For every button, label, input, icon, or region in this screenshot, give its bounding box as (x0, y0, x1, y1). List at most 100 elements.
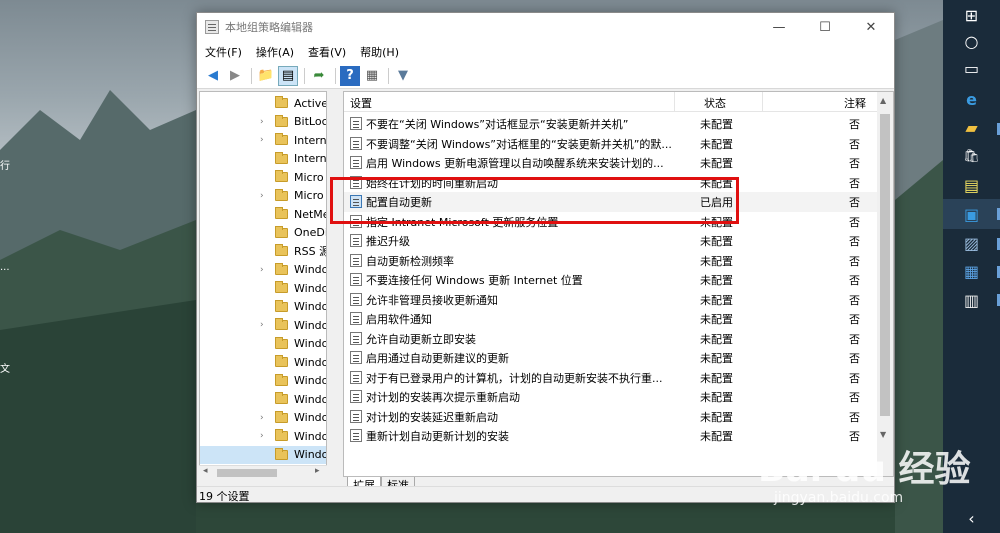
tree-item-label: Micro (294, 170, 324, 184)
tree-item[interactable]: Windo (200, 390, 326, 408)
setting-note: 否 (849, 254, 860, 268)
tree-item[interactable]: › Intern (200, 131, 326, 149)
cortana-icon[interactable]: ○ (943, 26, 1000, 56)
list-item[interactable]: 推迟升级 未配置 否 (344, 231, 877, 251)
tree-item[interactable]: › BitLoc (200, 113, 326, 131)
setting-name: 不要连接任何 Windows 更新 Internet 位置 (366, 274, 583, 287)
photos-icon[interactable]: ▨ (943, 228, 1000, 258)
list-item[interactable]: 启用 Windows 更新电源管理以自动唤醒系统来安装计划的... 未配置 否 (344, 153, 877, 173)
folder-icon (275, 299, 288, 312)
forward-icon[interactable]: ▶ (225, 66, 245, 86)
expand-icon[interactable]: › (260, 413, 270, 423)
baidu-watermark-url: jingyan.baidu.com (774, 490, 904, 506)
menu-action[interactable]: 操作(A) (250, 44, 300, 60)
minimize-button[interactable]: — (756, 13, 802, 41)
tree-item[interactable]: › Windo (200, 409, 326, 427)
setting-note: 否 (849, 391, 860, 404)
list-item[interactable]: 自动更新检测频率 未配置 否 (344, 251, 877, 271)
status-text: 19 个设置 (199, 490, 250, 503)
show-hide-tree-icon[interactable]: ▤ (278, 65, 298, 86)
expand-icon[interactable]: › (260, 191, 270, 201)
expand-icon[interactable]: › (260, 265, 270, 275)
maximize-button[interactable]: ☐ (802, 13, 848, 41)
list-item[interactable]: 对计划的安装再次提示重新启动 未配置 否 (344, 387, 877, 407)
notepad-icon[interactable]: ▥ (943, 285, 1000, 315)
menu-view[interactable]: 查看(V) (302, 44, 352, 60)
window-title: 本地组策略编辑器 (225, 21, 313, 34)
desktop-label: ... (0, 262, 10, 273)
expand-icon[interactable]: › (260, 431, 270, 441)
filter-icon[interactable]: ▼ (393, 66, 413, 86)
list-item[interactable]: 对计划的安装延迟重新启动 未配置 否 (344, 407, 877, 427)
back-icon[interactable]: ◀ (203, 66, 223, 86)
expand-icon[interactable]: › (260, 135, 270, 145)
setting-name: 自动更新检测频率 (366, 254, 454, 268)
policy-setting-icon (350, 136, 362, 150)
list-item[interactable]: 允许自动更新立即安装 未配置 否 (344, 329, 877, 349)
tree-item[interactable]: Windo (200, 372, 326, 390)
list-vertical-scrollbar[interactable]: ▲ ▼ (877, 92, 893, 476)
setting-state: 未配置 (700, 332, 733, 346)
scroll-down-icon[interactable]: ▼ (880, 430, 886, 439)
setting-note: 否 (849, 371, 860, 385)
tree-item[interactable]: › Windo (200, 261, 326, 279)
app-icon (205, 20, 219, 34)
tree-item[interactable]: › Windo (200, 316, 326, 334)
menu-help[interactable]: 帮助(H) (354, 44, 405, 60)
tree-item[interactable]: Active (200, 94, 326, 112)
setting-note: 否 (849, 176, 860, 190)
list-item[interactable]: 允许非管理员接收更新通知 未配置 否 (344, 290, 877, 310)
properties-icon[interactable]: ▦ (362, 66, 382, 86)
list-item[interactable]: 不要连接任何 Windows 更新 Internet 位置 未配置 否 (344, 270, 877, 290)
list-item[interactable]: 对于有已登录用户的计算机，计划的自动更新安装不执行重... 未配置 否 (344, 368, 877, 388)
tree-item[interactable]: › Windo (200, 427, 326, 445)
policy-setting-icon (350, 253, 362, 267)
tree-item[interactable]: Micro (200, 168, 326, 186)
column-header-note[interactable]: 注释 (844, 95, 866, 111)
column-divider[interactable] (674, 92, 675, 112)
tree-item[interactable]: OneDi (200, 224, 326, 242)
setting-name: 允许非管理员接收更新通知 (366, 293, 498, 307)
tree-item[interactable]: Windo (200, 279, 326, 297)
column-header-state[interactable]: 状态 (704, 95, 726, 111)
tree-item[interactable]: RSS 源 (200, 242, 326, 260)
edge-icon[interactable]: e (943, 84, 1000, 114)
expand-icon[interactable]: › (260, 320, 270, 330)
expand-icon[interactable]: › (260, 117, 270, 127)
tree-item[interactable]: Windo (200, 353, 326, 371)
chevron-left-icon[interactable]: ‹ (943, 503, 1000, 533)
export-list-icon[interactable]: ➦ (309, 66, 329, 86)
task-view-icon[interactable]: ▭ (943, 53, 1000, 83)
menu-bar: 文件(F) 操作(A) 查看(V) 帮助(H) (197, 41, 894, 63)
file-explorer-icon[interactable]: ▰ (943, 112, 1000, 142)
scroll-left-icon[interactable]: ◂ (203, 466, 208, 476)
list-item[interactable]: 启用软件通知 未配置 否 (344, 309, 877, 329)
list-item[interactable]: 启用通过自动更新建议的更新 未配置 否 (344, 348, 877, 368)
folder-icon (275, 225, 288, 238)
column-header-setting[interactable]: 设置 (350, 95, 372, 111)
tree-item[interactable]: NetMe (200, 205, 326, 223)
tree-item[interactable]: Windo (200, 335, 326, 353)
app-icon[interactable]: ▣ (943, 199, 1000, 229)
title-bar[interactable]: 本地组策略编辑器 — ☐ ✕ (197, 13, 894, 41)
list-item[interactable]: 不要调整“关闭 Windows”对话框里的“安装更新并关机”的默... 未配置 否 (344, 134, 877, 154)
store-icon[interactable]: 🛍 (943, 141, 1000, 171)
tree-item-selected[interactable]: Windo (200, 445, 326, 464)
tree-item[interactable]: › Micro (200, 187, 326, 205)
outlook-icon[interactable]: ▦ (943, 256, 1000, 286)
help-icon[interactable]: ? (340, 65, 360, 86)
close-button[interactable]: ✕ (848, 13, 894, 41)
scrollbar-thumb[interactable] (217, 469, 277, 477)
scrollbar-thumb[interactable] (880, 114, 890, 416)
column-divider[interactable] (762, 92, 763, 112)
sticky-notes-icon[interactable]: ▤ (943, 170, 1000, 200)
tree-horizontal-scrollbar[interactable]: ◂ ▸ (199, 465, 327, 479)
up-folder-icon[interactable]: 📁 (256, 66, 276, 86)
scroll-up-icon[interactable]: ▲ (880, 96, 886, 105)
tree-item[interactable]: Windo (200, 298, 326, 316)
tree-item[interactable]: Intern (200, 150, 326, 168)
list-item[interactable]: 不要在“关闭 Windows”对话框显示“安装更新并关机” 未配置 否 (344, 114, 877, 134)
scroll-right-icon[interactable]: ▸ (315, 466, 320, 476)
menu-file[interactable]: 文件(F) (199, 44, 248, 60)
tree-item-label: Intern (294, 133, 326, 147)
